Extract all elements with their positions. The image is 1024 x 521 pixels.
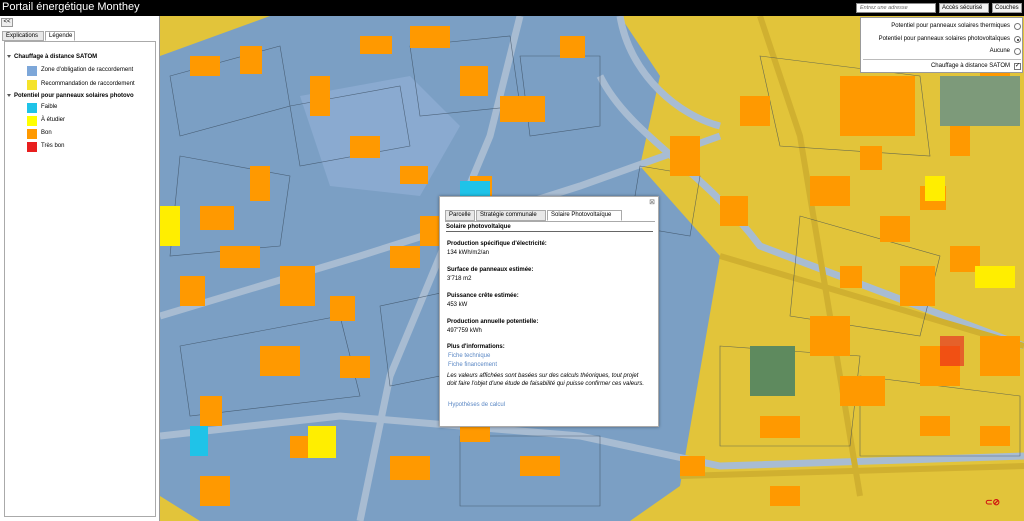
app-title: Portail énergétique Monthey <box>2 1 140 13</box>
legend-swatch <box>27 103 37 113</box>
field-value: 134 kWh/m2/an <box>447 250 490 256</box>
legend-label: Zone d'obligation de raccordement <box>41 67 134 73</box>
checkbox-district-heating[interactable]: ✓ <box>1014 63 1021 70</box>
legend-group-solar-pv[interactable]: Potentiel pour panneaux solaires photovo <box>7 93 134 99</box>
tab-solaire-photovoltaique[interactable]: Solaire Photovoltaïque <box>547 210 622 221</box>
roof-very-good <box>940 336 964 366</box>
legend-label: À étudier <box>41 117 66 123</box>
layer-overlay-district-heating[interactable]: Chauffage à distance SATOM ✓ <box>861 61 1024 72</box>
roof-low <box>460 181 490 196</box>
tab-legende[interactable]: Légende <box>45 31 75 41</box>
field-value: 497'759 kWh <box>447 328 482 334</box>
field-label: Production spécifique d'électricité: <box>447 241 547 247</box>
layer-label: Aucune <box>989 48 1010 54</box>
legend-label: Bon <box>41 130 52 136</box>
roof-low <box>190 426 208 456</box>
info-popup: ⊠ Parcelle Stratégie communale Solaire P… <box>439 196 659 427</box>
layer-label: Potentiel pour panneaux solaires photovo… <box>878 36 1010 42</box>
legend-swatch <box>27 142 37 152</box>
roof-to-study <box>160 206 180 246</box>
legend-group-title: Chauffage à distance SATOM <box>14 54 98 60</box>
legend-panel: Chauffage à distance SATOM Zone d'obliga… <box>4 41 156 517</box>
layers-panel: Potentiel pour panneaux solaires thermiq… <box>860 17 1023 73</box>
legend-label: Très bon <box>41 143 65 149</box>
link-fiche-technique[interactable]: Fiche technique <box>448 353 490 359</box>
tab-strategie-communale[interactable]: Stratégie communale <box>476 210 546 221</box>
legend-label: Faible <box>41 104 58 110</box>
secure-access-button[interactable]: Accès sécurisé <box>939 3 989 13</box>
green-area <box>750 346 795 396</box>
tab-explications[interactable]: Explications <box>2 31 44 41</box>
layer-label: Potentiel pour panneaux solaires thermiq… <box>891 23 1010 29</box>
legend-group-title: Potentiel pour panneaux solaires photovo <box>14 93 134 99</box>
address-search-input[interactable] <box>856 3 936 13</box>
roof-to-study <box>308 426 336 458</box>
legend-swatch <box>27 80 37 90</box>
green-area <box>940 76 1020 126</box>
collapse-triangle-icon <box>7 93 11 97</box>
close-icon[interactable]: ⊠ <box>649 198 655 206</box>
collapse-triangle-icon <box>7 54 11 58</box>
layer-option-photovoltaic[interactable]: Potentiel pour panneaux solaires photovo… <box>861 34 1024 45</box>
top-bar: Portail énergétique Monthey Accès sécuri… <box>0 0 1024 16</box>
more-info-label: Plus d'informations: <box>447 344 505 350</box>
link-fiche-financement[interactable]: Fiche financement <box>448 362 497 368</box>
left-panel: << Explications Légende Chauffage à dist… <box>0 16 160 521</box>
divider <box>863 59 1021 60</box>
layer-label: Chauffage à distance SATOM <box>930 63 1010 69</box>
radio-photovoltaic[interactable] <box>1014 36 1021 43</box>
brand-logo: ⊂⊘ <box>985 497 1001 507</box>
roof-to-study <box>925 176 945 201</box>
legend-group-district-heating[interactable]: Chauffage à distance SATOM <box>7 54 97 60</box>
layer-option-none[interactable]: Aucune <box>861 46 1024 57</box>
legend-label: Recommandation de raccordement <box>41 81 135 87</box>
radio-none[interactable] <box>1014 48 1021 55</box>
legend-swatch <box>27 116 37 126</box>
collapse-panel-button[interactable]: << <box>1 18 13 27</box>
field-value: 3'718 m2 <box>447 276 472 282</box>
popup-header: Solaire photovoltaïque <box>446 224 653 232</box>
field-label: Surface de panneaux estimée: <box>447 267 534 273</box>
legend-swatch <box>27 129 37 139</box>
disclaimer-note: Les valeurs affichées sont basées sur de… <box>447 373 645 387</box>
radio-thermal[interactable] <box>1014 23 1021 30</box>
layers-button[interactable]: Couches <box>992 3 1022 13</box>
field-label: Puissance crête estimée: <box>447 293 519 299</box>
roof-to-study <box>975 266 1015 288</box>
tab-parcelle[interactable]: Parcelle <box>445 210 475 221</box>
field-label: Production annuelle potentielle: <box>447 319 539 325</box>
popup-content: Solaire photovoltaïque Production spécif… <box>445 221 655 424</box>
link-hypotheses-calcul[interactable]: Hypothèses de calcul <box>448 402 505 408</box>
field-value: 453 kW <box>447 302 468 308</box>
layer-option-thermal[interactable]: Potentiel pour panneaux solaires thermiq… <box>861 21 1024 32</box>
legend-swatch <box>27 66 37 76</box>
